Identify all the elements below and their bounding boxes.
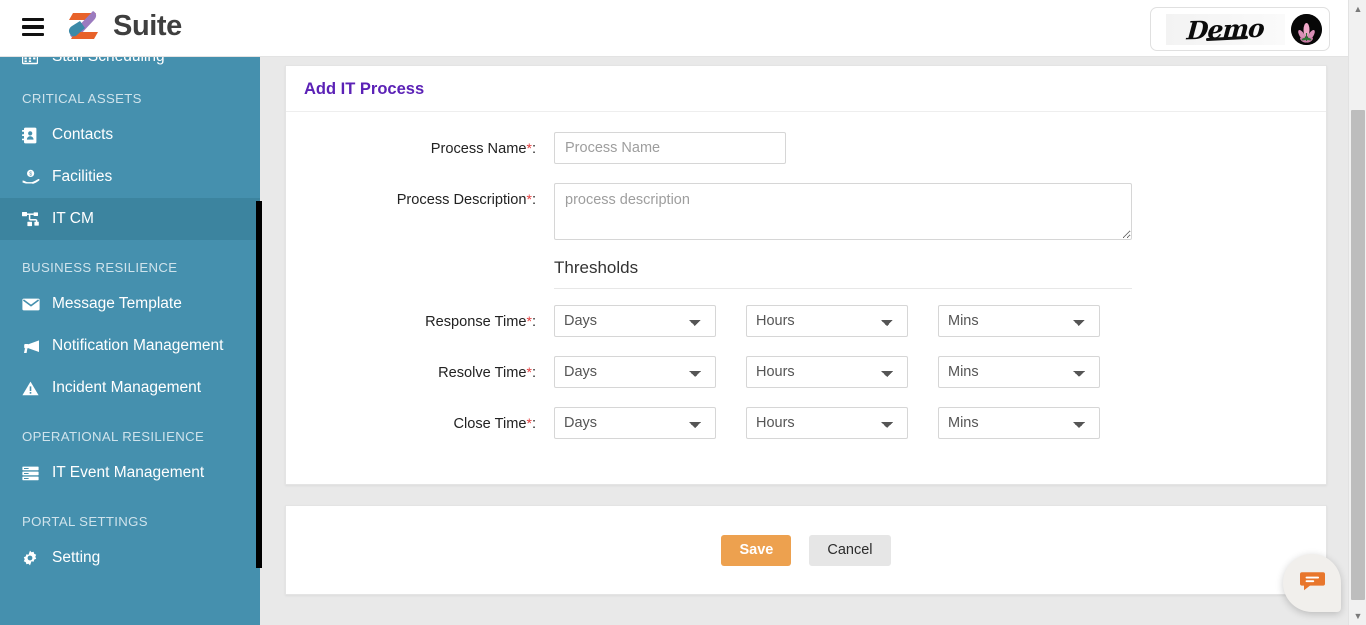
sidebar-item-incident-management[interactable]: Incident Management — [0, 367, 260, 409]
close-time-label: Close Time*: — [286, 407, 554, 440]
resolve-time-label: Resolve Time*: — [286, 356, 554, 389]
scroll-up-arrow-icon[interactable]: ▲ — [1349, 0, 1366, 18]
sidebar-item-it-cm[interactable]: IT CM — [0, 198, 260, 240]
sidebar-scroll-area: Staff Scheduling CRITICAL ASSETS Contact… — [0, 57, 260, 625]
thresholds-title: Thresholds — [554, 258, 639, 277]
bullhorn-icon — [22, 339, 48, 354]
chat-widget-button[interactable] — [1283, 554, 1341, 612]
process-name-label: Process Name*: — [286, 132, 554, 165]
response-time-days-select[interactable]: Days — [554, 305, 716, 337]
sidebar-item-label: IT CM — [52, 210, 94, 227]
sidebar-item-message-template[interactable]: Message Template — [0, 283, 260, 325]
close-time-days-select[interactable]: Days — [554, 407, 716, 439]
resolve-time-label-text: Resolve Time — [438, 365, 527, 381]
sidebar-item-label: Contacts — [52, 126, 114, 143]
gear-icon — [22, 550, 48, 566]
save-button[interactable]: Save — [721, 534, 792, 566]
form-row-resolve-time: Resolve Time*: Days Hours Mins — [286, 356, 1326, 389]
cancel-button[interactable]: Cancel — [809, 534, 891, 566]
page-scrollbar-thumb[interactable] — [1351, 110, 1365, 600]
sidebar-item-label: Incident Management — [52, 379, 202, 396]
address-book-icon — [22, 127, 48, 144]
sidebar-section-portal-settings: PORTAL SETTINGS — [22, 514, 148, 529]
server-icon — [22, 466, 48, 481]
resolve-time-hours-select[interactable]: Hours — [746, 356, 908, 388]
warning-triangle-icon — [22, 381, 48, 396]
sidebar-item-setting[interactable]: Setting — [0, 537, 260, 579]
label-colon: : — [531, 416, 536, 432]
resolve-time-selects: Days Hours Mins — [554, 356, 1100, 388]
label-colon: : — [531, 365, 536, 381]
process-name-input[interactable] — [554, 132, 786, 164]
main-content: Add IT Process Process Name*: Process De… — [260, 57, 1348, 625]
brand-logo[interactable]: Suite — [66, 8, 182, 44]
envelope-icon — [22, 298, 48, 311]
sidebar-item-facilities[interactable]: $ Facilities — [0, 156, 260, 198]
thresholds-header: Thresholds — [286, 258, 1326, 289]
sidebar-section-operational-resilience: OPERATIONAL RESILIENCE — [22, 429, 205, 444]
form-row-process-name: Process Name*: — [286, 132, 1326, 165]
response-time-label: Response Time*: — [286, 305, 554, 338]
form-row-process-description: Process Description*: — [286, 183, 1326, 240]
hamburger-icon[interactable] — [22, 18, 44, 38]
sidebar-item-label: Message Template — [52, 295, 182, 312]
user-account-chip[interactable]: Demo — [1150, 7, 1330, 51]
process-description-label-text: Process Description — [396, 192, 527, 208]
sidebar-scrollbar-thumb[interactable] — [256, 201, 262, 568]
label-colon: : — [531, 141, 536, 157]
sidebar-item-staff-scheduling[interactable]: Staff Scheduling — [0, 57, 260, 71]
response-time-selects: Days Hours Mins — [554, 305, 1100, 337]
process-name-label-text: Process Name — [430, 141, 527, 157]
response-time-mins-select[interactable]: Mins — [938, 305, 1100, 337]
z-logo-icon — [66, 8, 106, 44]
label-colon: : — [531, 314, 536, 330]
sidebar-item-contacts[interactable]: Contacts — [0, 114, 260, 156]
response-time-label-text: Response Time — [425, 314, 527, 330]
chat-bubble-icon — [1299, 570, 1325, 597]
close-time-hours-select[interactable]: Hours — [746, 407, 908, 439]
page-scrollbar[interactable]: ▲ ▼ — [1348, 0, 1366, 625]
thresholds-divider — [554, 288, 1132, 289]
lotus-avatar-icon[interactable] — [1291, 13, 1322, 45]
form-body: Process Name*: Process Description*: Thr… — [286, 112, 1326, 440]
add-it-process-card: Add IT Process Process Name*: Process De… — [285, 65, 1327, 485]
close-time-mins-select[interactable]: Mins — [938, 407, 1100, 439]
form-row-response-time: Response Time*: Days Hours Mins — [286, 305, 1326, 338]
demo-logo: Demo — [1166, 13, 1285, 45]
sidebar-item-it-event-management[interactable]: IT Event Management — [0, 452, 260, 494]
app-root: Suite Demo CRITICAL ASSETS Contacts $ Fa… — [0, 0, 1366, 625]
top-header: Suite Demo — [0, 0, 1348, 57]
sidebar-item-label: Staff Scheduling — [52, 57, 165, 66]
process-description-textarea[interactable] — [554, 183, 1132, 240]
form-actions-card: Save Cancel — [285, 505, 1327, 595]
scroll-down-arrow-icon[interactable]: ▼ — [1349, 607, 1366, 625]
process-description-label: Process Description*: — [286, 183, 554, 216]
sidebar-section-critical-assets: CRITICAL ASSETS — [22, 91, 142, 106]
sidebar: Staff Scheduling CRITICAL ASSETS Contact… — [0, 57, 260, 625]
form-row-close-time: Close Time*: Days Hours Mins — [286, 407, 1326, 440]
resolve-time-mins-select[interactable]: Mins — [938, 356, 1100, 388]
brand-name: Suite — [113, 10, 182, 42]
calendar-grid-icon — [22, 57, 48, 65]
hand-money-icon: $ — [22, 169, 48, 185]
sidebar-item-label: Setting — [52, 549, 101, 566]
svg-text:$: $ — [29, 172, 32, 178]
response-time-hours-select[interactable]: Hours — [746, 305, 908, 337]
label-colon: : — [531, 192, 536, 208]
resolve-time-days-select[interactable]: Days — [554, 356, 716, 388]
close-time-label-text: Close Time — [453, 416, 527, 432]
sidebar-item-label: IT Event Management — [52, 464, 205, 481]
sidebar-item-label: Facilities — [52, 168, 113, 185]
close-time-selects: Days Hours Mins — [554, 407, 1100, 439]
sidebar-item-label: Notification Management — [52, 337, 224, 354]
sitemap-icon — [22, 211, 48, 227]
sidebar-item-notification-management[interactable]: Notification Management — [0, 325, 260, 367]
sidebar-section-business-resilience: BUSINESS RESILIENCE — [22, 260, 178, 275]
page-title: Add IT Process — [286, 66, 1326, 112]
